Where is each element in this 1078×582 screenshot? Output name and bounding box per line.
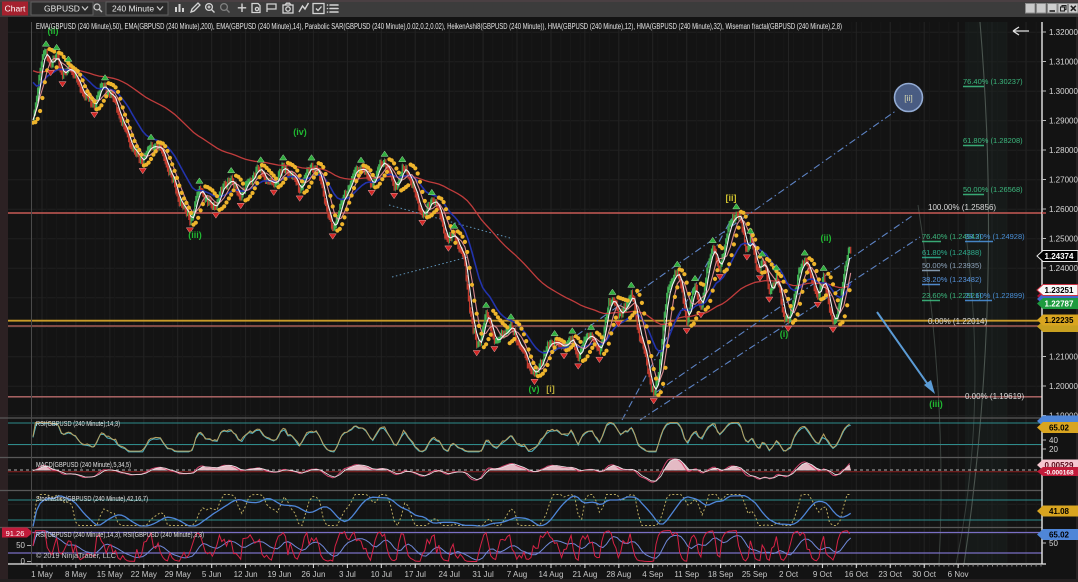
svg-text:38.20% (1.24928): 38.20% (1.24928) [965,232,1025,241]
svg-text:MACD(GBPUSD (240 Minute),5,34,: MACD(GBPUSD (240 Minute),5,34,5) [36,460,131,469]
svg-text:1.24000: 1.24000 [1049,264,1078,273]
svg-text:EMA(GBPUSD (240 Minute),50), E: EMA(GBPUSD (240 Minute),50), EMA(GBPUSD … [36,22,842,31]
svg-text:28 Aug: 28 Aug [606,570,631,579]
svg-text:(iii): (iii) [929,399,943,409]
svg-text:1 May: 1 May [31,570,53,579]
svg-text:10 Jul: 10 Jul [371,570,393,579]
svg-text:1.32000: 1.32000 [1049,28,1078,37]
svg-text:(v): (v) [529,384,540,394]
svg-text:1.22235: 1.22235 [1045,316,1074,325]
svg-text:1.25000: 1.25000 [1049,235,1078,244]
svg-text:50: 50 [1049,539,1058,548]
svg-text:[ii]: [ii] [904,93,913,103]
svg-text:Stochastics(GBPUSD (240 Minute: Stochastics(GBPUSD (240 Minute),42,16,7) [36,494,148,503]
svg-text:30 Oct: 30 Oct [912,570,936,579]
svg-text:20: 20 [1049,445,1058,454]
svg-text:65.02: 65.02 [1049,531,1070,540]
svg-text:9 Oct: 9 Oct [813,570,833,579]
svg-text:1.31000: 1.31000 [1049,58,1078,67]
svg-text:76.40% (1.30237): 76.40% (1.30237) [963,77,1023,86]
svg-text:14 Aug: 14 Aug [539,570,564,579]
svg-text:41.08: 41.08 [1049,507,1070,516]
svg-text:1.23251: 1.23251 [1045,286,1074,295]
svg-text:22 May: 22 May [131,570,157,579]
svg-text:1.24374: 1.24374 [1045,252,1074,261]
svg-text:1.28000: 1.28000 [1049,146,1078,155]
svg-text:-0.000168: -0.000168 [1044,470,1074,477]
svg-text:29 May: 29 May [165,570,191,579]
svg-text:100.00% (1.25856): 100.00% (1.25856) [928,203,996,212]
svg-text:25 Sep: 25 Sep [742,570,768,579]
svg-text:(i): (i) [780,329,789,339]
svg-text:17 Jul: 17 Jul [405,570,427,579]
svg-text:38.20% (1.23482): 38.20% (1.23482) [922,275,982,284]
svg-text:61.80% (1.28208): 61.80% (1.28208) [963,136,1023,145]
svg-text:(iii): (iii) [188,230,202,240]
svg-text:0: 0 [21,557,26,566]
svg-text:Chart: Chart [5,4,26,14]
svg-text:21.60% (1.22899): 21.60% (1.22899) [965,291,1025,300]
svg-text:19 Jun: 19 Jun [267,570,291,579]
svg-text:1.20000: 1.20000 [1049,382,1078,391]
svg-text:(iv): (iv) [293,127,307,137]
svg-text:1.30000: 1.30000 [1049,87,1078,96]
svg-text:1.22787: 1.22787 [1045,300,1074,309]
svg-text:16 Oct: 16 Oct [845,570,869,579]
svg-text:26 Jun: 26 Jun [301,570,325,579]
svg-text:91.26: 91.26 [6,529,25,538]
svg-text:50: 50 [16,541,25,550]
svg-text:31 Jul: 31 Jul [472,570,494,579]
svg-text:24 Jul: 24 Jul [439,570,461,579]
svg-text:8 May: 8 May [65,570,87,579]
svg-text:[i]: [i] [546,384,555,394]
svg-text:RSI(GBPUSD (240 Minute),14,3),: RSI(GBPUSD (240 Minute),14,3), RSI(GBPUS… [36,530,204,539]
svg-text:6 Nov: 6 Nov [948,570,969,579]
svg-text:50.00% (1.23935): 50.00% (1.23935) [922,261,982,270]
svg-text:(ii): (ii) [821,233,832,243]
svg-text:2 Oct: 2 Oct [779,570,799,579]
svg-text:1.29000: 1.29000 [1049,117,1078,126]
svg-text:21 Aug: 21 Aug [572,570,597,579]
svg-text:1.27000: 1.27000 [1049,176,1078,185]
svg-text:50.00% (1.26568): 50.00% (1.26568) [963,185,1023,194]
svg-text:23 Oct: 23 Oct [878,570,902,579]
svg-text:5 Jun: 5 Jun [202,570,222,579]
svg-text:40: 40 [1049,436,1058,445]
svg-text:0.00% (1.19619): 0.00% (1.19619) [965,392,1024,401]
svg-text:65.02: 65.02 [1049,424,1070,433]
svg-text:18 Sep: 18 Sep [708,570,734,579]
svg-text:3 Jul: 3 Jul [339,570,356,579]
svg-text:12 Jun: 12 Jun [234,570,258,579]
svg-text:© 2019 NinjaTrader, LLC: © 2019 NinjaTrader, LLC [36,551,117,560]
svg-text:RSI(GBPUSD (240 Minute);14,3): RSI(GBPUSD (240 Minute);14,3) [36,419,120,428]
svg-text:240 Minute: 240 Minute [112,4,154,14]
svg-text:1.21000: 1.21000 [1049,353,1078,362]
svg-text:15 May: 15 May [97,570,123,579]
svg-text:61.80% (1.24388): 61.80% (1.24388) [922,248,982,257]
svg-text:0.00% (1.22014): 0.00% (1.22014) [928,317,987,326]
svg-text:[ii]: [ii] [726,193,737,203]
svg-text:4 Sep: 4 Sep [642,570,663,579]
svg-text:GBPUSD: GBPUSD [44,4,80,14]
svg-text:11 Sep: 11 Sep [674,570,699,579]
svg-text:7 Aug: 7 Aug [507,570,527,579]
svg-text:1.26000: 1.26000 [1049,205,1078,214]
